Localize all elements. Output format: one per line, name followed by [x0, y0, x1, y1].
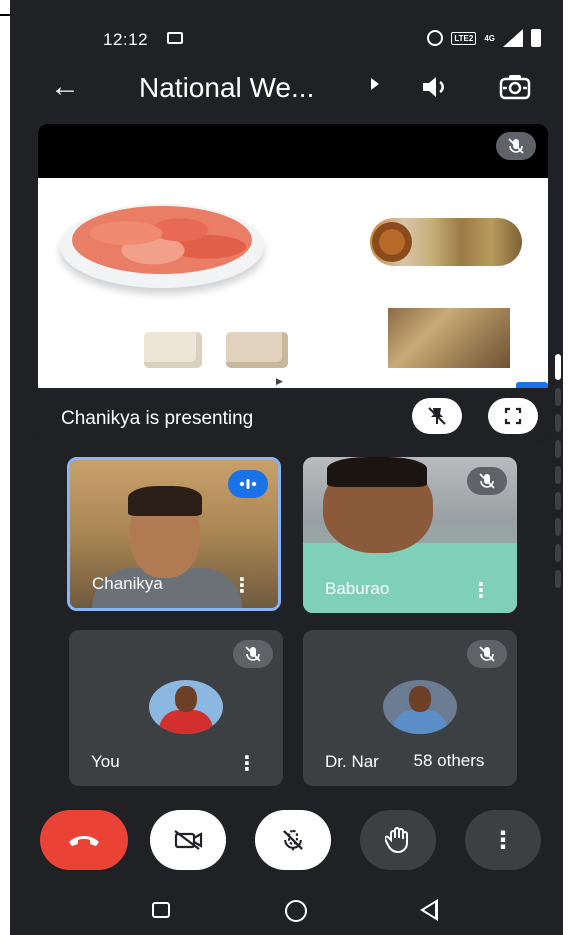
- system-nav-bar: [10, 880, 563, 935]
- caret-right-icon[interactable]: [371, 78, 379, 90]
- speaking-indicator-icon: [228, 470, 268, 498]
- alarm-icon: [427, 30, 444, 46]
- speaker-icon[interactable]: [420, 74, 450, 107]
- end-call-icon: [69, 836, 99, 846]
- participant-name: Dr. Nar: [325, 752, 379, 771]
- edge-line: [0, 14, 10, 16]
- camera-toggle-button[interactable]: [150, 810, 226, 870]
- more-options-icon[interactable]: ⋮: [232, 576, 252, 596]
- call-controls: ⋮: [10, 810, 563, 870]
- network-type-label: 4G: [484, 33, 495, 43]
- mic-off-icon: [496, 132, 536, 160]
- scrollbar-segment: [555, 388, 561, 406]
- feed-block-image: [144, 332, 202, 368]
- participant-tile-chanikya[interactable]: Chanikya ⋮: [67, 457, 281, 611]
- scrollbar-segment: [555, 440, 561, 458]
- scrollbar-segment: [555, 492, 561, 510]
- participant-video: [128, 486, 202, 516]
- raise-hand-button[interactable]: [360, 810, 436, 870]
- participant-tile-baburao[interactable]: Baburao ⋮: [303, 457, 517, 613]
- volte-icon: LTE2: [451, 31, 477, 45]
- participant-name: Chanikya: [92, 574, 163, 593]
- mic-off-icon: [467, 467, 507, 495]
- mic-off-icon: [233, 640, 273, 668]
- shared-slide: ▶: [38, 178, 548, 388]
- more-options-icon[interactable]: ⋮: [237, 754, 257, 774]
- shrimp-image: [72, 206, 252, 274]
- mic-toggle-button[interactable]: [255, 810, 331, 870]
- switch-camera-icon[interactable]: [498, 72, 532, 109]
- cast-icon: [167, 32, 183, 44]
- meeting-header: ← National We...: [10, 68, 563, 112]
- feed-in-hand-image: [388, 308, 510, 368]
- avatar-picture: [159, 710, 213, 734]
- participant-name: Baburao: [325, 579, 390, 598]
- raise-hand-icon: [385, 827, 408, 854]
- mic-off-icon: [467, 640, 507, 668]
- presentation-tile[interactable]: ▶ Chanikya is presenting: [38, 124, 548, 442]
- signal-4g-icon: [503, 29, 523, 47]
- avatar: [149, 680, 223, 734]
- feed-image-piece: [372, 222, 412, 262]
- participant-tile-you[interactable]: You ⋮: [69, 630, 283, 786]
- more-options-icon[interactable]: ⋮: [471, 581, 491, 601]
- home-icon[interactable]: [285, 900, 307, 922]
- scrollbar-segment: [555, 570, 561, 588]
- camera-off-icon: [174, 830, 203, 850]
- feed-block-image: [226, 332, 288, 368]
- status-time: 12:12: [103, 30, 149, 49]
- status-bar: 12:12 LTE2 4G: [10, 24, 563, 60]
- battery-icon: [531, 29, 541, 47]
- scrollbar[interactable]: [555, 354, 561, 594]
- avatar-picture: [393, 710, 447, 734]
- meeting-title[interactable]: National We...: [139, 72, 314, 104]
- meet-screen: 12:12 LTE2 4G ← National We... ▶ Chaniky…: [10, 0, 563, 935]
- avatar-picture: [175, 686, 197, 712]
- scrollbar-thumb[interactable]: [555, 354, 561, 380]
- cursor-icon: ▶: [276, 376, 283, 386]
- recent-apps-icon[interactable]: [152, 902, 170, 918]
- fullscreen-icon[interactable]: [488, 398, 538, 434]
- presentation-bar: Chanikya is presenting: [38, 388, 548, 442]
- status-icons: LTE2 4G: [427, 29, 541, 47]
- more-options-icon: ⋮: [491, 826, 515, 854]
- scrollbar-segment: [555, 466, 561, 484]
- unpin-icon[interactable]: [412, 398, 462, 434]
- end-call-button[interactable]: [40, 810, 128, 870]
- participant-name: You: [91, 752, 120, 771]
- more-options-button[interactable]: ⋮: [465, 810, 541, 870]
- scrollbar-segment: [555, 518, 561, 536]
- scrollbar-segment: [555, 544, 561, 562]
- scrollbar-segment: [555, 414, 561, 432]
- back-arrow-icon[interactable]: ←: [50, 72, 80, 102]
- avatar-picture: [409, 686, 431, 712]
- back-icon-inner: [424, 903, 435, 917]
- mic-off-icon: [283, 829, 303, 851]
- participant-video: [303, 543, 517, 613]
- screen-edge: [0, 0, 10, 935]
- avatar: [383, 680, 457, 734]
- others-count-button[interactable]: 58 others: [381, 741, 517, 781]
- participant-video: [327, 457, 427, 487]
- presenter-label: Chanikya is presenting: [61, 408, 254, 429]
